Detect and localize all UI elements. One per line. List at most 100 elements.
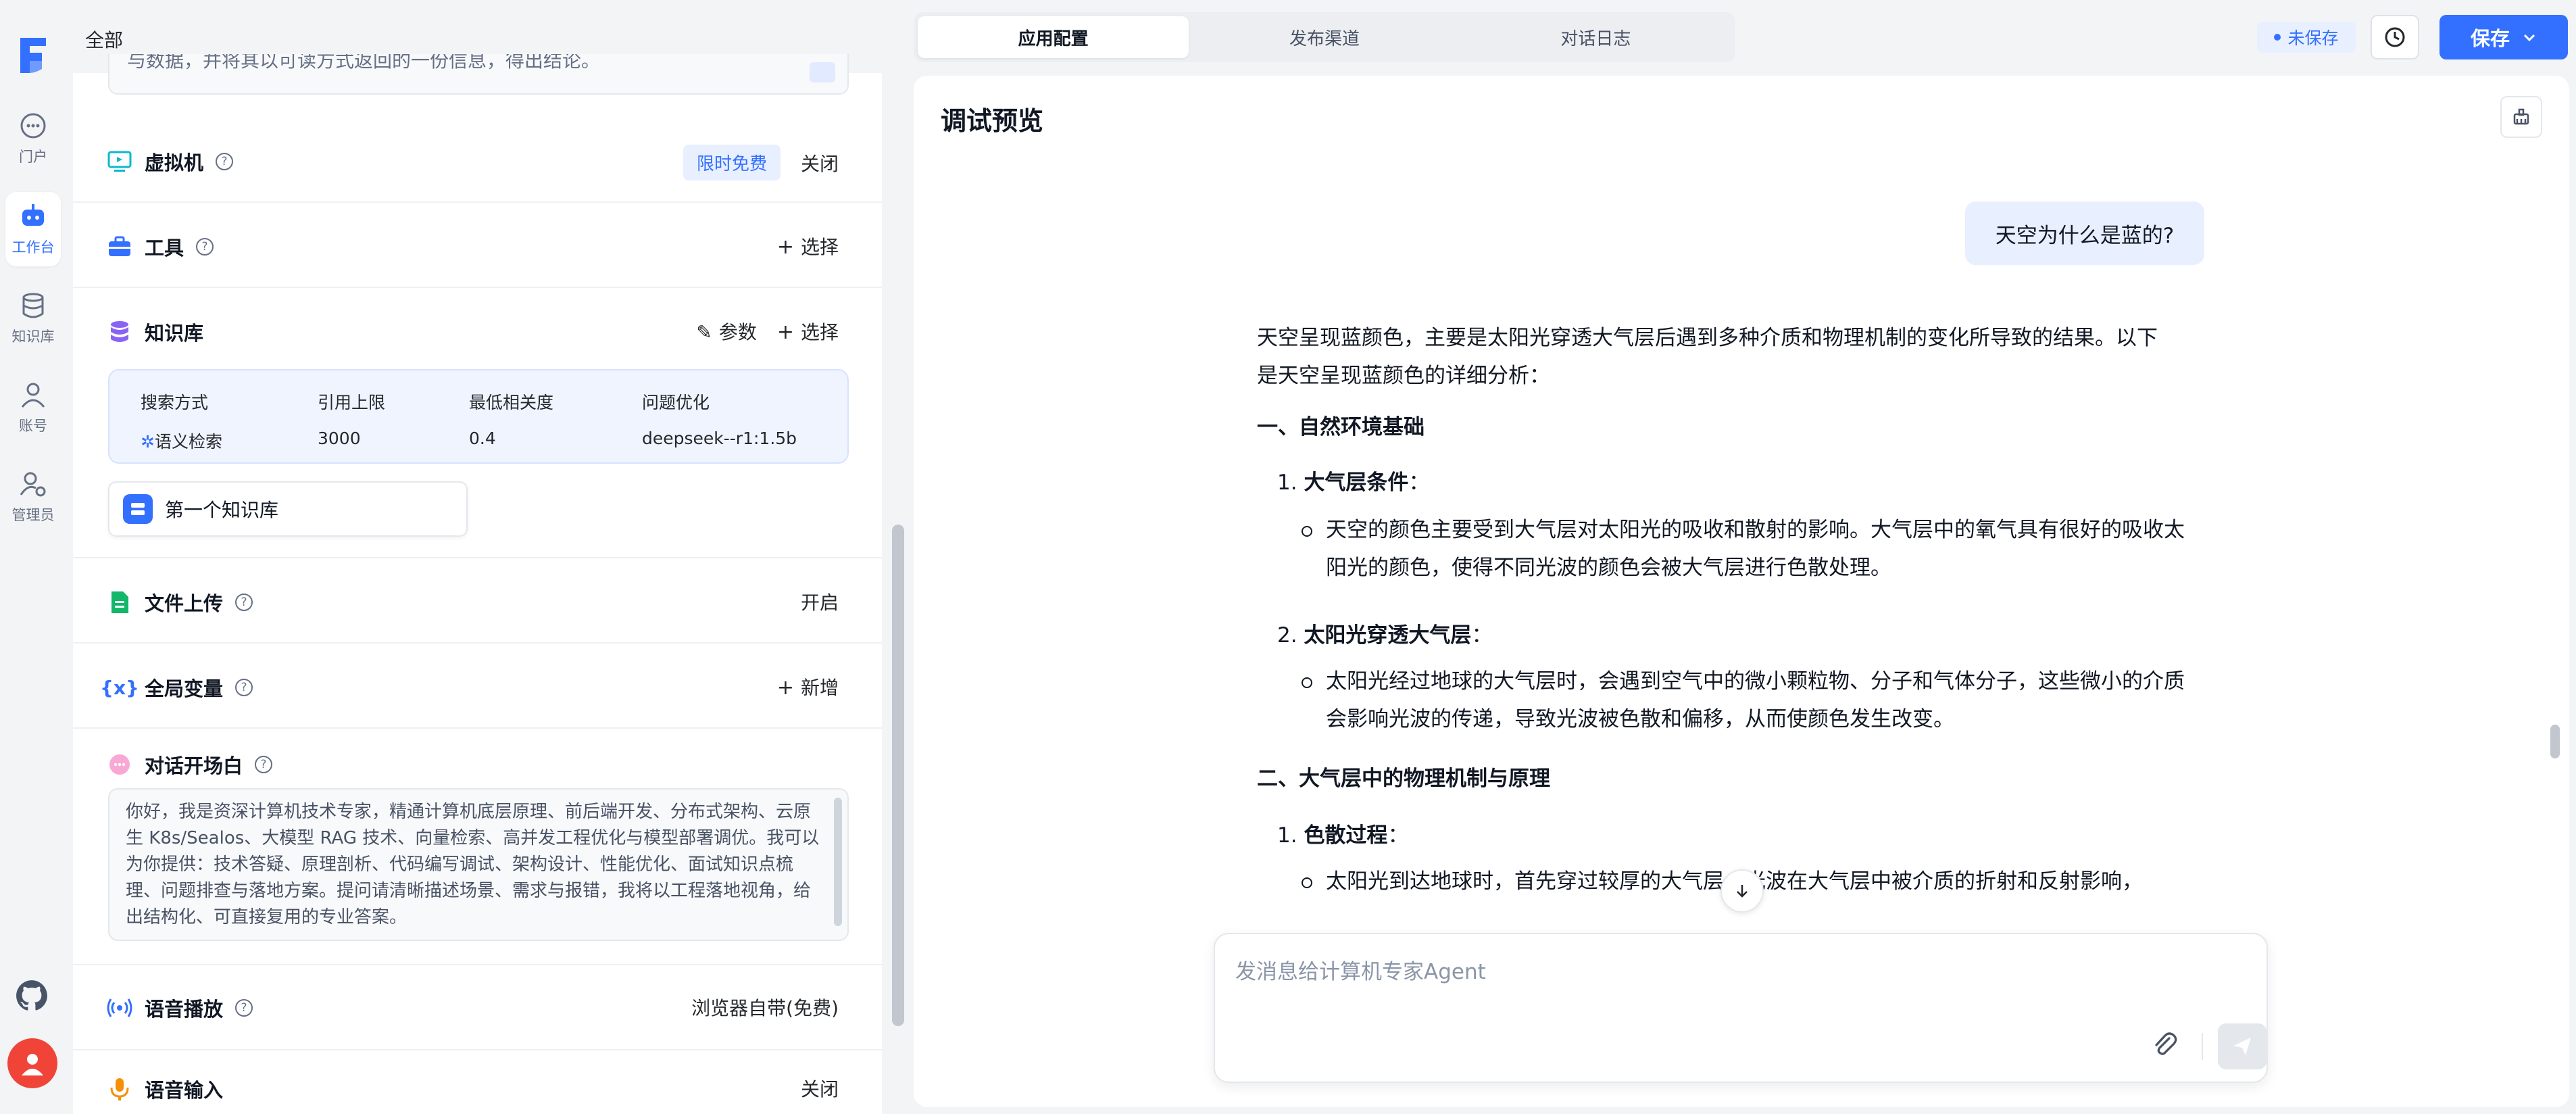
chat-input[interactable]	[1235, 954, 2114, 995]
avatar-user-icon	[22, 1054, 43, 1075]
nav-label-account: 账号	[19, 418, 47, 434]
send-icon	[2233, 1038, 2251, 1055]
admin-gear-icon	[20, 472, 46, 497]
kb-search-params-table[interactable]: 搜索方式 引用上限 最低相关度 问题优化 ✲语义检索 3000 0.4 deep…	[108, 369, 849, 464]
fastgpt-logo-icon[interactable]	[15, 34, 51, 77]
file-upload-toggle-button[interactable]: 开启	[801, 588, 839, 615]
edit-icon: ✎	[696, 321, 712, 343]
history-button[interactable]	[2371, 15, 2419, 59]
help-icon[interactable]: ?	[235, 999, 253, 1017]
welcome-chat-icon	[107, 752, 132, 777]
globals-add-button[interactable]: + 新增	[777, 673, 839, 700]
globals-title: 全局变量	[145, 677, 224, 700]
tools-select-button[interactable]: + 选择	[777, 233, 839, 260]
github-icon[interactable]	[15, 979, 49, 1013]
kb-params-button[interactable]: ✎ 参数	[696, 318, 756, 345]
nav-item-knowledge[interactable]: 知识库	[5, 281, 61, 356]
help-icon[interactable]: ?	[255, 756, 273, 773]
row-stt: 语音输入 关闭	[73, 1050, 882, 1114]
kb-header-limit: 引用上限	[318, 393, 386, 412]
nav-item-admin[interactable]: 管理员	[5, 460, 61, 534]
microphone-icon	[107, 1076, 132, 1102]
app-tabs: 应用配置 发布渠道 对话日志	[914, 12, 1735, 62]
unsaved-dot-icon	[2274, 34, 2281, 41]
help-icon[interactable]: ?	[196, 238, 214, 256]
kb-cell-search-mode-text: 语义检索	[154, 432, 222, 452]
chat-clear-button[interactable]	[2500, 96, 2542, 138]
chevron-down-icon	[2523, 34, 2535, 42]
plus-icon: +	[776, 320, 794, 344]
kb-cell-similarity: 0.4	[469, 429, 496, 448]
unsaved-label: 未保存	[2287, 28, 2339, 48]
cutoff-prompt-box[interactable]: 与数据，并将其以可读方式返回的一份信息，得出结论。	[108, 54, 849, 95]
paperclip-icon[interactable]	[2149, 1029, 2180, 1060]
kb-card-icon	[123, 494, 153, 524]
breadcrumb[interactable]: 全部	[85, 26, 123, 53]
nav-item-portal[interactable]: 门户	[5, 101, 61, 176]
help-icon[interactable]: ?	[216, 153, 234, 170]
robot-icon	[22, 204, 44, 226]
send-button[interactable]	[2218, 1023, 2267, 1069]
avatar[interactable]	[7, 1038, 57, 1088]
database-icon	[22, 293, 44, 318]
broadcast-icon	[107, 995, 132, 1021]
kb-select-button[interactable]: + 选择	[777, 318, 839, 345]
kb-header-optimization: 问题优化	[642, 393, 710, 412]
help-icon[interactable]: ?	[235, 594, 253, 611]
answer-item-1: 1. 大气层条件：	[1277, 470, 1430, 495]
clock-icon	[2385, 27, 2405, 47]
answer-item-2-text: 太阳光经过地球的大气层时，会遇到空气中的微小颗粒物、分子和气体分子，这些微小的介…	[1302, 662, 2204, 738]
answer-item-3-text: 太阳光到达地球时，首先穿过较厚的大气层，光波在大气层中被介质的折射和反射影响，	[1302, 863, 2204, 900]
welcome-text-area[interactable]: 你好，我是资深计算机技术专家，精通计算机底层原理、前后端开发、分布式架构、云原生…	[108, 788, 849, 941]
tab-app-config[interactable]: 应用配置	[918, 16, 1189, 58]
plus-icon: +	[776, 235, 794, 259]
vm-title: 虚拟机	[145, 151, 204, 174]
welcome-title: 对话开场白	[145, 754, 243, 777]
nav-label-workbench: 工作台	[11, 239, 55, 256]
save-label: 保存	[2470, 27, 2510, 50]
row-virtual-machine: 虚拟机 ? 限时免费 关闭	[73, 118, 882, 203]
nav-label-admin: 管理员	[11, 507, 55, 523]
kb-header-search-mode: 搜索方式	[141, 393, 209, 412]
welcome-text: 你好，我是资深计算机技术专家，精通计算机底层原理、前后端开发、分布式架构、云原生…	[126, 802, 820, 927]
welcome-scrollbar[interactable]	[834, 798, 842, 926]
config-scrollbar[interactable]	[892, 525, 904, 1026]
kb-params-label: 参数	[718, 321, 757, 343]
row-tts: 语音播放 ? 浏览器自带(免费)	[73, 965, 882, 1050]
kb-title: 知识库	[145, 322, 204, 345]
user-message-text: 天空为什么是蓝的?	[1995, 223, 2175, 248]
answer-item-3-title: 色散过程	[1304, 823, 1388, 848]
variable-badge[interactable]	[810, 62, 835, 82]
kb-cell-limit: 3000	[318, 429, 361, 448]
chat-scrollbar[interactable]	[2550, 725, 2560, 758]
arrow-down-icon	[1737, 885, 1748, 898]
chat-title: 调试预览	[941, 106, 1044, 136]
chat-bubble-icon	[20, 113, 46, 139]
kb-header-similarity: 最低相关度	[469, 393, 554, 412]
selected-kb-card[interactable]: 第一个知识库	[108, 481, 468, 537]
vm-toggle-button[interactable]: 关闭	[801, 149, 839, 176]
selected-kb-name: 第一个知识库	[165, 499, 279, 521]
toolbox-icon	[107, 234, 132, 260]
chat-preview: 调试预览 天空为什么是蓝的? 天空呈现蓝颜色，主要是太阳光穿透大气层后遇到多种介…	[914, 76, 2569, 1107]
file-icon	[107, 589, 132, 615]
answer-heading-1: 一、自然环境基础	[1257, 415, 1425, 439]
nav-item-account[interactable]: 账号	[5, 370, 61, 445]
stt-title: 语音输入	[145, 1079, 224, 1102]
stt-toggle-button[interactable]: 关闭	[801, 1075, 839, 1102]
kb-cell-search-mode: ✲语义检索	[141, 429, 222, 453]
left-nav: 门户 工作台 知识库 账号 管理员	[0, 0, 66, 1114]
globals-add-label: 新增	[800, 677, 839, 699]
tab-chat-logs[interactable]: 对话日志	[1460, 16, 1731, 58]
tts-select-button[interactable]: 浏览器自带(免费)	[691, 994, 839, 1021]
scroll-to-bottom-button[interactable]	[1720, 869, 1764, 913]
save-button[interactable]: 保存	[2439, 15, 2568, 59]
broom-icon	[2513, 108, 2529, 125]
free-badge: 限时免费	[683, 145, 781, 180]
answer-item-3: 1. 色散过程：	[1277, 823, 1409, 848]
tab-publish-channel[interactable]: 发布渠道	[1189, 16, 1460, 58]
help-icon[interactable]: ?	[235, 679, 253, 696]
plus-icon: +	[776, 676, 794, 700]
nav-item-workbench[interactable]: 工作台	[5, 192, 61, 266]
row-file-upload: 文件上传 ? 开启	[73, 558, 882, 644]
